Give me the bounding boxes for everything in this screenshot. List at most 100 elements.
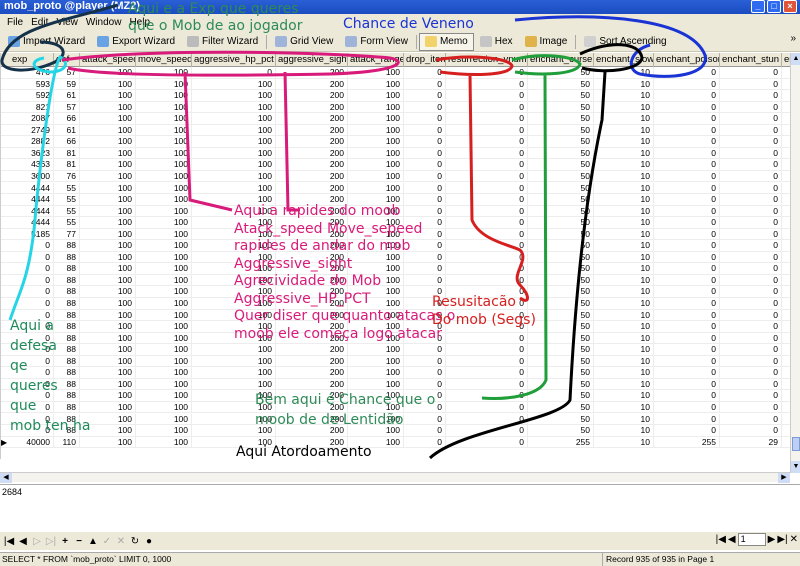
table-cell[interactable]: 200 bbox=[276, 205, 348, 218]
table-cell[interactable]: 59 bbox=[54, 78, 80, 91]
table-cell[interactable]: 10 bbox=[594, 90, 654, 102]
table-cell[interactable]: 10 bbox=[594, 286, 654, 298]
scroll-left-icon[interactable]: ◀ bbox=[0, 473, 12, 483]
table-cell[interactable]: 50 bbox=[528, 251, 594, 264]
table-cell[interactable]: 50 bbox=[528, 309, 594, 322]
table-cell[interactable]: 100 bbox=[348, 344, 404, 356]
table-cell[interactable]: 0 bbox=[720, 298, 782, 310]
table-cell[interactable]: 0 bbox=[720, 205, 782, 218]
export-wizard-button[interactable]: Export Wizard bbox=[91, 33, 181, 51]
table-cell[interactable]: 100 bbox=[136, 286, 192, 298]
table-cell[interactable]: 100 bbox=[136, 401, 192, 414]
table-cell[interactable]: 0 bbox=[654, 217, 720, 229]
table-cell[interactable]: 100 bbox=[348, 401, 404, 414]
table-cell[interactable]: 100 bbox=[80, 332, 136, 345]
table-cell[interactable]: 0 bbox=[720, 90, 782, 102]
horizontal-scrollbar[interactable]: ◀ ▶ bbox=[0, 472, 790, 483]
table-cell[interactable]: 0 bbox=[446, 309, 528, 322]
table-cell[interactable]: 0 bbox=[654, 378, 720, 391]
table-cell[interactable]: 0 bbox=[10, 274, 54, 287]
table-row[interactable]: 3623 81 100 100 100 200 100 0 0 50 10 0 0 bbox=[1, 147, 790, 160]
table-cell[interactable]: 77 bbox=[54, 228, 80, 241]
table-cell[interactable]: 0 bbox=[446, 113, 528, 125]
table-cell[interactable]: 100 bbox=[348, 228, 404, 241]
table-cell[interactable]: 100 bbox=[192, 136, 276, 148]
scroll-right-icon[interactable]: ▶ bbox=[778, 473, 790, 483]
table-cell[interactable]: 50 bbox=[528, 170, 594, 183]
table-cell[interactable]: 100 bbox=[192, 274, 276, 287]
table-cell[interactable]: 100 bbox=[348, 309, 404, 322]
table-cell[interactable]: 0 bbox=[720, 355, 782, 368]
table-cell[interactable]: 100 bbox=[192, 78, 276, 91]
table-cell[interactable]: 50 bbox=[528, 401, 594, 414]
table-cell[interactable]: 0 bbox=[446, 378, 528, 391]
table-cell[interactable]: 0 bbox=[446, 344, 528, 356]
table-row[interactable]: 0 88 100 100 100 200 100 0 0 50 10 0 0 bbox=[1, 390, 790, 402]
table-cell[interactable]: 200 bbox=[276, 425, 348, 437]
table-row[interactable]: 4363 81 100 100 100 200 100 0 0 50 10 0 0 bbox=[1, 159, 790, 171]
table-cell[interactable]: 0 bbox=[10, 355, 54, 368]
table-cell[interactable]: 100 bbox=[192, 228, 276, 241]
table-cell[interactable]: 0 bbox=[404, 194, 446, 206]
column-header-enchant-curse[interactable]: enchant_curse bbox=[528, 53, 594, 67]
table-cell[interactable]: 100 bbox=[348, 332, 404, 345]
column-header-exp[interactable]: exp bbox=[10, 53, 54, 67]
table-cell[interactable]: 100 bbox=[192, 101, 276, 114]
table-cell[interactable]: 10 bbox=[594, 159, 654, 171]
scroll-thumb[interactable] bbox=[792, 437, 800, 451]
table-cell[interactable]: 0 bbox=[654, 240, 720, 252]
table-cell[interactable]: 100 bbox=[192, 90, 276, 102]
table-cell[interactable]: 10 bbox=[594, 170, 654, 183]
table-row[interactable]: 0 88 100 100 100 200 100 0 0 50 10 0 0 bbox=[1, 240, 790, 252]
table-row[interactable]: 3600 76 100 100 100 200 100 0 0 50 10 0 0 bbox=[1, 170, 790, 183]
table-cell[interactable]: 100 bbox=[80, 217, 136, 229]
prior-record-icon[interactable]: ◀ bbox=[16, 536, 30, 547]
next-record-icon[interactable]: ▷ bbox=[30, 536, 44, 547]
table-cell[interactable]: 0 bbox=[446, 67, 528, 79]
last-page-icon[interactable]: ▶| bbox=[777, 534, 787, 545]
table-cell[interactable]: 0 bbox=[446, 332, 528, 345]
table-cell[interactable]: 476 bbox=[10, 67, 54, 79]
table-cell[interactable]: 0 bbox=[404, 309, 446, 322]
table-cell[interactable]: 100 bbox=[348, 367, 404, 379]
table-cell[interactable]: 100 bbox=[136, 228, 192, 241]
table-cell[interactable]: 0 bbox=[10, 413, 54, 425]
table-cell[interactable]: 88 bbox=[54, 344, 80, 356]
table-cell[interactable]: 0 bbox=[446, 170, 528, 183]
table-cell[interactable]: 50 bbox=[528, 321, 594, 333]
table-cell[interactable]: 100 bbox=[80, 321, 136, 333]
table-cell[interactable]: 100 bbox=[136, 159, 192, 171]
column-header-attack-speed[interactable]: attack_speed bbox=[80, 53, 136, 67]
table-cell[interactable]: 88 bbox=[54, 401, 80, 414]
table-cell[interactable]: 200 bbox=[276, 274, 348, 287]
table-cell[interactable]: 0 bbox=[654, 124, 720, 137]
settings-icon[interactable]: ✕ bbox=[790, 534, 798, 545]
table-cell[interactable]: 100 bbox=[80, 298, 136, 310]
table-cell[interactable]: 0 bbox=[654, 194, 720, 206]
delete-record-icon[interactable]: − bbox=[72, 536, 86, 547]
table-cell[interactable]: 100 bbox=[80, 228, 136, 241]
table-cell[interactable]: 88 bbox=[54, 274, 80, 287]
table-cell[interactable]: 255 bbox=[654, 436, 720, 449]
table-cell[interactable]: 100 bbox=[192, 332, 276, 345]
table-cell[interactable]: 10 bbox=[594, 124, 654, 137]
table-cell[interactable]: 0 bbox=[446, 355, 528, 368]
table-cell[interactable]: 50 bbox=[528, 263, 594, 275]
table-cell[interactable]: 0 bbox=[720, 240, 782, 252]
table-cell[interactable]: 100 bbox=[80, 309, 136, 322]
table-cell[interactable]: 50 bbox=[528, 194, 594, 206]
table-cell[interactable]: 0 bbox=[446, 390, 528, 402]
table-cell[interactable]: 0 bbox=[720, 136, 782, 148]
table-row[interactable]: 0 88 100 100 100 200 100 0 0 50 10 0 0 bbox=[1, 401, 790, 414]
table-cell[interactable]: 0 bbox=[10, 251, 54, 264]
table-row[interactable]: 0 88 100 100 100 200 100 0 0 50 10 0 0 bbox=[1, 251, 790, 264]
form-view-button[interactable]: Form View bbox=[339, 33, 414, 51]
table-cell[interactable]: 100 bbox=[80, 355, 136, 368]
table-cell[interactable]: 50 bbox=[528, 205, 594, 218]
table-cell[interactable]: 0 bbox=[404, 425, 446, 437]
table-cell[interactable]: 100 bbox=[136, 263, 192, 275]
table-cell[interactable]: 100 bbox=[80, 124, 136, 137]
table-cell[interactable]: 0 bbox=[404, 78, 446, 91]
table-cell[interactable]: 10 bbox=[594, 205, 654, 218]
table-cell[interactable]: 50 bbox=[528, 67, 594, 79]
